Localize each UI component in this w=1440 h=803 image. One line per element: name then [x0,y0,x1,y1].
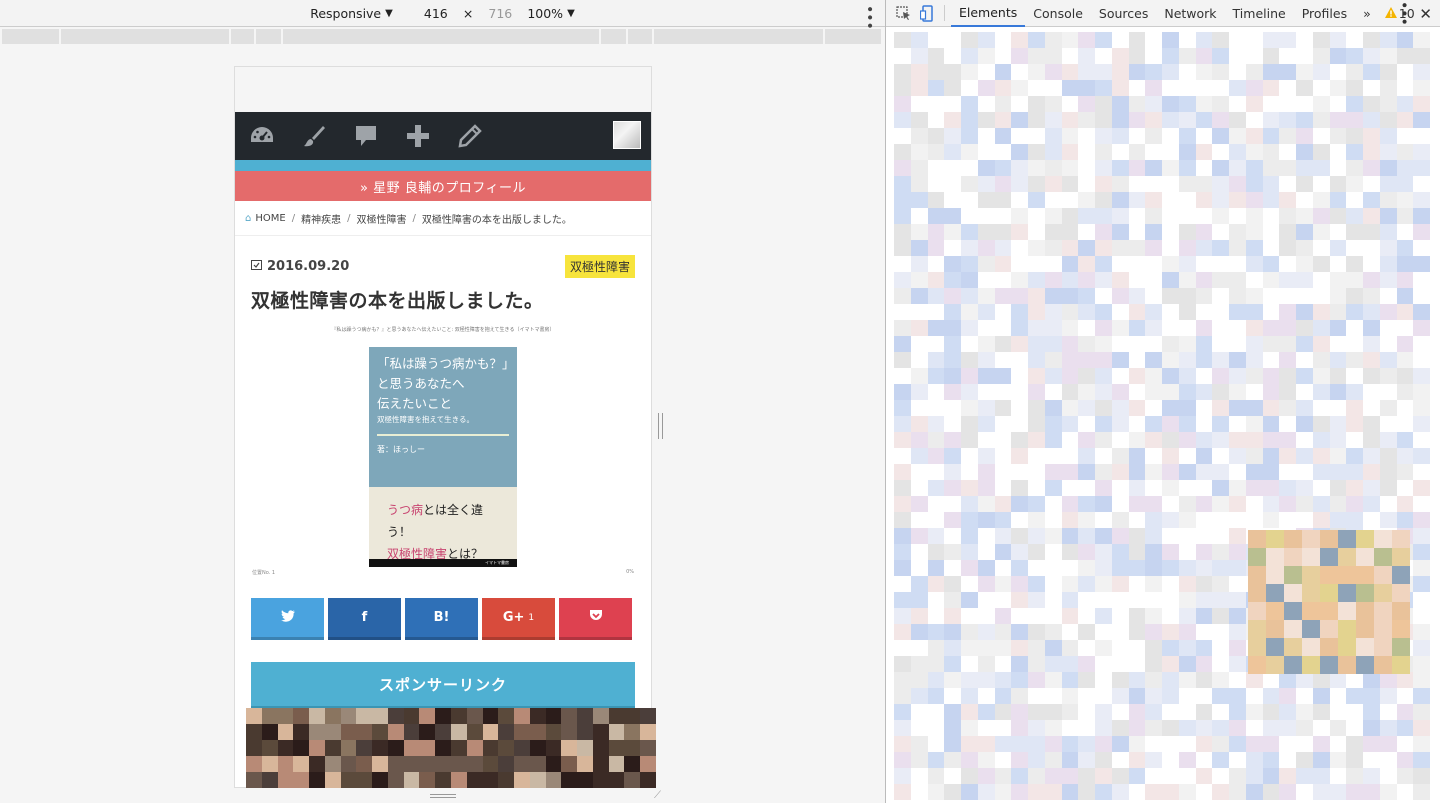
googleplus-count: 1 [528,612,535,623]
resize-handle-right[interactable] [658,413,663,439]
breadcrumb-home[interactable]: HOME [255,213,285,224]
device-viewport: » 星野 良輔のプロフィール ⌂ HOME / 精神疾患 / 双極性障害 / 双… [234,66,652,788]
share-googleplus-button[interactable]: G+ 1 [482,598,555,640]
device-mode-label: Responsive [310,5,382,21]
tab-profiles[interactable]: Profiles [1294,0,1355,27]
twitter-icon [280,609,295,626]
post-date-text: 2016.09.20 [267,259,350,274]
zoom-label: 100% [527,5,564,21]
share-hatena-button[interactable]: B! [405,598,478,640]
share-pocket-button[interactable] [559,598,632,640]
add-new-icon[interactable] [405,123,431,149]
more-options-icon[interactable]: ••• [861,5,877,30]
admin-bar [235,112,651,160]
book-title-line: 「私は躁うつ病かも？」 [377,356,515,371]
device-emulator: Responsive ▼ 416 × 716 100% ▼ ••• » 星野 良… [0,0,885,803]
hatena-icon: B! [433,610,450,625]
tab-network[interactable]: Network [1156,0,1224,27]
resize-corner-icon[interactable]: ⟋ [654,790,661,801]
share-buttons: f B! G+ 1 [251,598,635,640]
width-input[interactable]: 416 [419,6,453,21]
page-percent: 0% [626,569,634,575]
devtools-toolbar: Elements Console Sources Network Timelin… [886,0,1440,27]
dashboard-icon[interactable] [249,123,275,149]
home-icon: ⌂ [245,212,252,224]
breadcrumb: ⌂ HOME / 精神疾患 / 双極性障害 / 双極性障害の本を出版しました。 [235,201,651,236]
sponsor-link-heading: スポンサーリンク [251,662,635,709]
share-facebook-button[interactable]: f [328,598,401,640]
comments-icon[interactable] [353,123,379,149]
book-title-line: と思うあなたへ [377,376,465,391]
edit-pencil-icon[interactable] [457,123,483,149]
close-icon[interactable]: ✕ [1419,5,1432,23]
book-subtitle: 双極性障害を抱えて生きる。 [377,415,474,424]
caret-down-icon: ▼ [385,7,393,19]
inspect-element-icon[interactable] [892,2,914,24]
page-location: 位置No. 1 [252,570,276,576]
zoom-select[interactable]: 100% ▼ [527,6,574,21]
share-twitter-button[interactable] [251,598,324,640]
facebook-icon: f [361,610,368,625]
emulator-toolbar: Responsive ▼ 416 × 716 100% ▼ ••• [0,0,885,30]
tab-console[interactable]: Console [1025,0,1091,27]
book-author: 著：ほっしー [377,445,425,454]
elements-tree-blurred[interactable] [894,32,1430,800]
user-avatar[interactable] [613,121,641,149]
breadcrumb-current: 双極性障害の本を出版しました。 [421,214,572,226]
tab-sources[interactable]: Sources [1091,0,1156,27]
calendar-icon [251,259,262,274]
book-cover-image[interactable]: 「私は躁うつ病かも？」 と思うあなたへ 伝えたいこと 双極性障害を抱えて生きる。… [369,347,517,567]
book-tagline-pink: うつ病 [387,503,424,517]
article: 2016.09.20 双極性障害 双極性障害の本を出版しました。 『私は躁うつ病… [235,255,651,709]
profile-link[interactable]: » 星野 良輔のプロフィール [235,171,651,201]
tab-elements[interactable]: Elements [951,0,1026,27]
resize-handle-bottom[interactable] [430,794,456,798]
more-options-icon[interactable]: ••• [1395,1,1411,26]
customize-brush-icon[interactable] [301,123,327,149]
breadcrumb-item[interactable]: 双極性障害 [356,211,406,226]
caret-down-icon: ▼ [567,7,575,19]
devtools-panel: Elements Console Sources Network Timelin… [885,0,1440,803]
image-preview-blurred [1248,530,1410,674]
device-toolbar-icon[interactable] [916,2,938,24]
category-badge[interactable]: 双極性障害 [564,255,635,278]
pocket-icon [589,609,603,626]
post-title: 双極性障害の本を出版しました。 [251,290,544,312]
post-date: 2016.09.20 [251,259,349,274]
book-title-line: 伝えたいこと [377,396,453,411]
media-query-bar[interactable] [2,29,883,44]
more-tabs-icon[interactable]: » [1355,0,1379,27]
image-caption: 『私は躁うつ病かも？』と思うあなたへ伝えたいこと: 双極性障害を抱えて生きる（イ… [331,327,555,333]
breadcrumb-item[interactable]: 精神疾患 [301,211,341,226]
height-input[interactable]: 716 [483,6,517,21]
publisher-strip: イマトマ書房 [369,559,517,567]
ad-image-blurred[interactable] [246,708,656,788]
device-mode-select[interactable]: Responsive ▼ [310,6,393,21]
times-icon: × [462,5,474,21]
tab-timeline[interactable]: Timeline [1225,0,1294,27]
google-plus-icon: G+ [502,610,525,625]
